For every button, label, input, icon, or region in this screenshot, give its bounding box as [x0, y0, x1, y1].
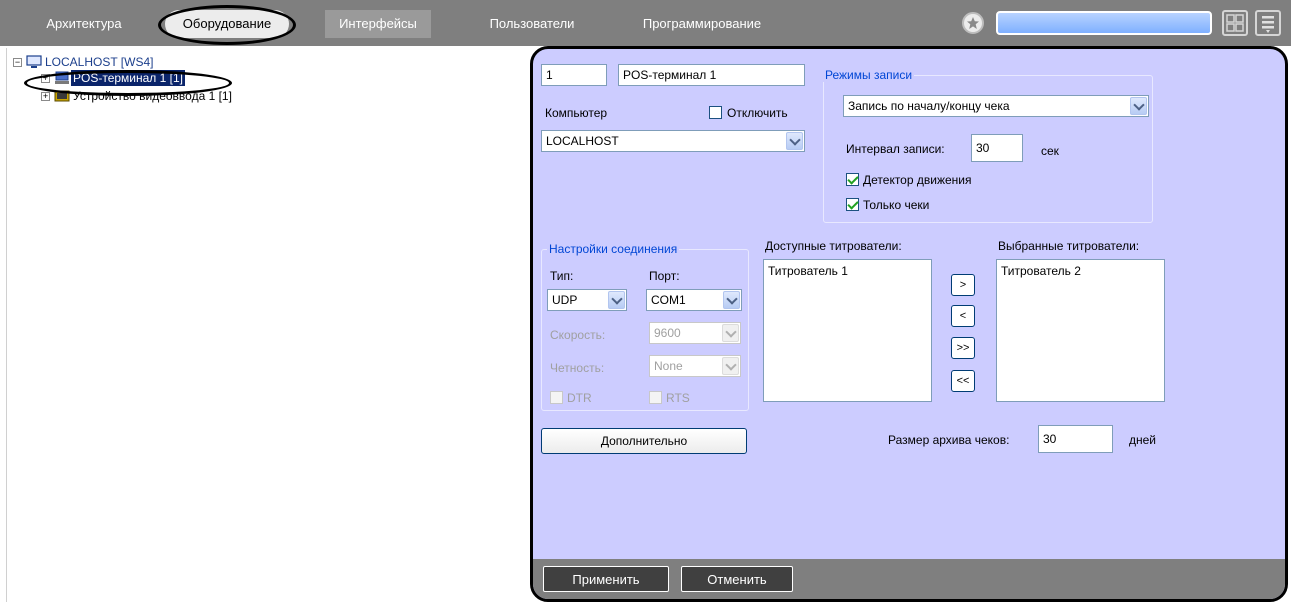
available-titrators-list[interactable]: Титрователь 1: [763, 259, 932, 402]
connection-title: Настройки соединения: [547, 242, 680, 256]
motion-detector-label: Детектор движения: [863, 173, 972, 187]
chevron-down-icon[interactable]: [608, 291, 625, 309]
tab-interfaces[interactable]: Интерфейсы: [325, 10, 431, 38]
hardware-tree: − LOCALHOST [WS4] + POS-терминал 1 [1] +…: [6, 48, 526, 602]
type-select-value: UDP: [552, 293, 578, 307]
object-id-field[interactable]: 1: [541, 64, 607, 86]
move-left-button[interactable]: <: [951, 305, 975, 327]
computer-label: Компьютер: [545, 106, 608, 120]
parity-label: Четность:: [550, 361, 605, 375]
top-tab-bar: Архитектура Оборудование Интерфейсы Поль…: [0, 0, 1291, 46]
star-icon[interactable]: [962, 12, 984, 34]
move-all-left-button[interactable]: <<: [951, 370, 975, 392]
expand-icon[interactable]: +: [41, 92, 50, 101]
settings-panel: 1 POS-терминал 1 Компьютер Отключить LOC…: [530, 46, 1288, 602]
type-select[interactable]: UDP: [547, 289, 627, 311]
pos-terminal-icon: [55, 71, 69, 84]
chevron-down-icon[interactable]: [786, 132, 803, 150]
tab-programming[interactable]: Программирование: [626, 10, 778, 38]
disable-label: Отключить: [727, 106, 788, 120]
port-label: Порт:: [649, 269, 680, 283]
expand-icon[interactable]: +: [41, 74, 50, 83]
interval-unit: сек: [1041, 144, 1059, 158]
tree-item-label: POS-терминал 1 [1]: [71, 70, 185, 86]
checks-only-checkbox[interactable]: [846, 198, 859, 211]
disable-checkbox[interactable]: [709, 106, 722, 119]
record-modes-title: Режимы записи: [823, 68, 915, 82]
menu-icon[interactable]: [1255, 10, 1281, 36]
parity-select-value: None: [654, 359, 683, 373]
type-label: Тип:: [550, 269, 574, 283]
selected-titrators-list[interactable]: Титрователь 2: [996, 259, 1165, 402]
archive-size-unit: дней: [1129, 433, 1157, 447]
speed-select: 9600: [649, 322, 741, 344]
interval-input[interactable]: 30: [971, 134, 1023, 162]
interval-label: Интервал записи:: [846, 142, 945, 156]
motion-detector-checkbox[interactable]: [846, 173, 859, 186]
video-capture-icon: [54, 90, 70, 102]
chevron-down-icon[interactable]: [1130, 97, 1147, 115]
tab-architecture[interactable]: Архитектура: [28, 10, 140, 38]
layout-grid-icon[interactable]: [1222, 10, 1248, 36]
bottom-action-bar: Применить Отменить: [533, 559, 1285, 599]
chevron-down-icon: [722, 357, 739, 375]
dtr-label: DTR: [567, 391, 592, 405]
tree-item-label: Устройство видеоввода 1 [1]: [73, 89, 232, 103]
tab-users[interactable]: Пользователи: [478, 10, 586, 38]
chevron-down-icon[interactable]: [723, 291, 740, 309]
chevron-down-icon: [722, 324, 739, 342]
computer-select[interactable]: LOCALHOST: [541, 130, 805, 152]
rts-label: RTS: [666, 391, 690, 405]
port-select[interactable]: COM1: [646, 289, 742, 311]
move-right-button[interactable]: >: [951, 274, 975, 296]
selected-titrators-label: Выбранные титрователи:: [998, 239, 1140, 253]
move-all-right-button[interactable]: >>: [951, 337, 975, 359]
available-titrators-label: Доступные титрователи:: [765, 239, 902, 253]
apply-button[interactable]: Применить: [543, 566, 669, 592]
collapse-icon[interactable]: −: [13, 58, 22, 67]
computer-select-value: LOCALHOST: [546, 134, 619, 148]
dtr-checkbox: [550, 391, 563, 404]
speed-select-value: 9600: [654, 326, 681, 340]
tree-item-pos-terminal[interactable]: + POS-терминал 1 [1]: [11, 70, 311, 86]
checks-only-label: Только чеки: [863, 198, 930, 212]
object-name-field[interactable]: POS-терминал 1: [618, 64, 805, 86]
archive-size-label: Размер архива чеков:: [888, 433, 1010, 447]
tree-item-video-device[interactable]: + Устройство видеоввода 1 [1]: [11, 88, 331, 104]
port-select-value: COM1: [651, 293, 686, 307]
search-input[interactable]: [996, 11, 1212, 35]
archive-size-input[interactable]: 30: [1038, 425, 1113, 453]
tab-equipment[interactable]: Оборудование: [165, 10, 289, 38]
list-item[interactable]: Титрователь 2: [1001, 264, 1160, 278]
advanced-button[interactable]: Дополнительно: [541, 428, 747, 454]
cancel-button[interactable]: Отменить: [681, 566, 793, 592]
computer-icon: [26, 55, 42, 68]
record-mode-select[interactable]: Запись по началу/концу чека: [843, 95, 1149, 117]
tree-root-label: LOCALHOST [WS4]: [45, 55, 154, 69]
tree-root[interactable]: − LOCALHOST [WS4]: [11, 54, 311, 70]
speed-label: Скорость:: [550, 328, 606, 342]
list-item[interactable]: Титрователь 1: [768, 264, 927, 278]
rts-checkbox: [649, 391, 662, 404]
record-mode-value: Запись по началу/концу чека: [848, 99, 1010, 113]
parity-select: None: [649, 355, 741, 377]
